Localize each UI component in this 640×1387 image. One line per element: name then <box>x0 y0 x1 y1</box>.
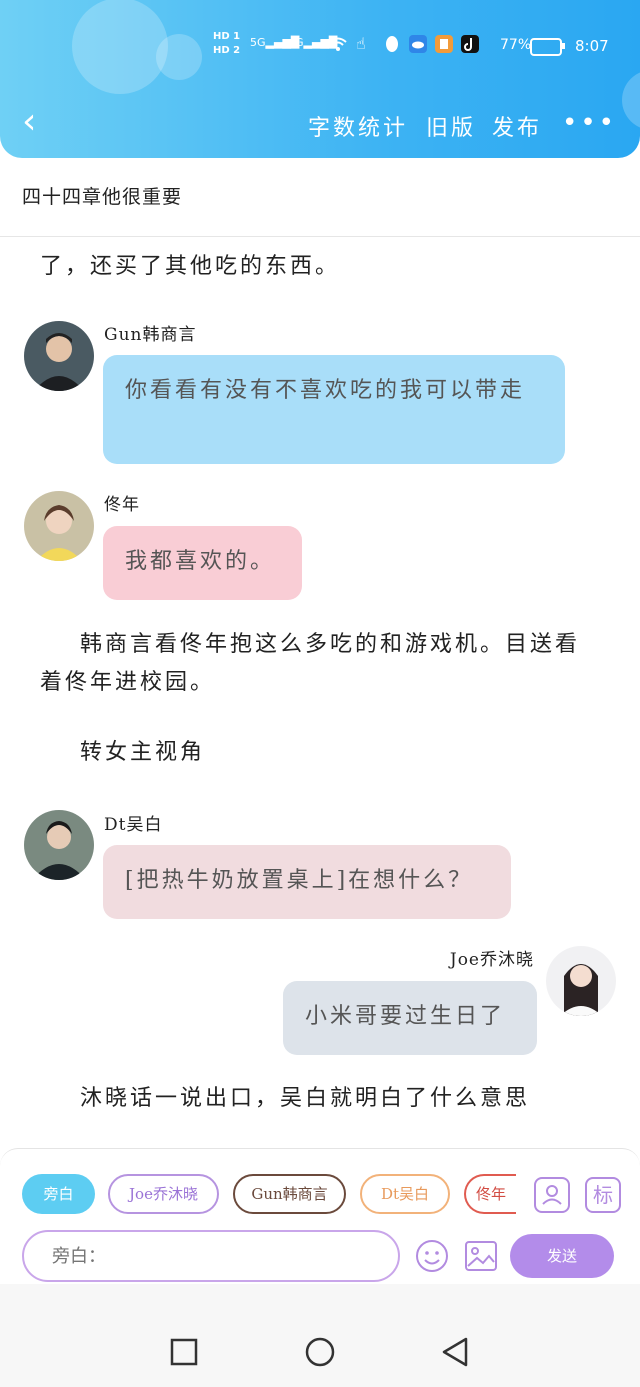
back-arrow-icon[interactable]: ‹ <box>22 104 52 144</box>
hd2-label: HD 2 <box>213 45 241 56</box>
message-input[interactable] <box>22 1230 400 1282</box>
gesture-icon: ☝ <box>356 34 366 53</box>
hd-indicator: HD 1 HD 2 <box>213 30 240 58</box>
recent-apps-icon[interactable] <box>170 1338 198 1366</box>
header-bar: HD 1 HD 2 5G▂▄▆█ 4G▂▄▆█ ☝ 77% 8:07 ‹ 字数统… <box>0 0 640 158</box>
battery-icon <box>530 38 565 56</box>
chapter-title[interactable]: 四十四章他很重要 <box>22 182 182 209</box>
wifi-icon <box>329 37 347 51</box>
publish-button[interactable]: 发布 <box>492 110 542 142</box>
speaker-name: Dt吴白 <box>104 815 163 835</box>
chip-joe[interactable]: Joe乔沐晓 <box>108 1174 219 1214</box>
tiktok-icon <box>461 35 479 53</box>
narration-paragraph: 转女主视角 <box>80 740 206 765</box>
chip-tongnian[interactable]: 佟年 <box>464 1174 516 1214</box>
avatar[interactable] <box>24 810 94 880</box>
speaker-name: Gun韩商言 <box>104 325 197 345</box>
avatar[interactable] <box>24 321 94 391</box>
message-bubble[interactable]: [把热牛奶放置桌上]在想什么？ <box>103 845 511 919</box>
more-icon[interactable]: ••• <box>562 108 617 138</box>
narration-paragraph: 沐晓话一说出口，吴白就明白了什么意思 <box>80 1086 531 1111</box>
app-icon <box>435 35 453 53</box>
chip-gun[interactable]: Gun韩商言 <box>233 1174 346 1214</box>
chip-narrator[interactable]: 旁白 <box>22 1174 95 1214</box>
tag-icon[interactable]: 标 <box>585 1177 621 1213</box>
back-triangle-icon[interactable] <box>440 1336 470 1368</box>
character-manage-icon[interactable] <box>534 1177 570 1213</box>
send-button[interactable]: 发送 <box>510 1234 614 1278</box>
message-bubble[interactable]: 你看看有没有不喜欢吃的我可以带走 <box>103 355 565 464</box>
divider <box>0 236 640 237</box>
hd1-label: HD 1 <box>213 31 241 42</box>
battery-percent: 77% <box>500 37 532 53</box>
nav-bar: ‹ 字数统计 旧版 发布 ••• <box>0 100 640 148</box>
message-bubble[interactable]: 我都喜欢的。 <box>103 526 302 600</box>
qq-icon <box>386 36 398 52</box>
old-version-button[interactable]: 旧版 <box>426 110 476 142</box>
chip-dt[interactable]: Dt吴白 <box>360 1174 450 1214</box>
message-bubble[interactable]: 小米哥要过生日了 <box>283 981 537 1055</box>
home-icon[interactable] <box>304 1336 336 1368</box>
clock: 8:07 <box>575 37 609 55</box>
narration-paragraph: 韩商言看佟年抱这么多吃的和游戏机。目送看着佟年进校园。 <box>40 632 581 695</box>
speaker-name: Joe乔沐晓 <box>449 950 534 970</box>
image-icon[interactable] <box>463 1238 499 1274</box>
status-bar: HD 1 HD 2 5G▂▄▆█ 4G▂▄▆█ ☝ 77% 8:07 <box>0 28 640 64</box>
cloud-icon <box>409 35 427 53</box>
narration-paragraph: 了，还买了其他吃的东西。 <box>40 254 341 279</box>
avatar[interactable] <box>546 946 616 1016</box>
avatar[interactable] <box>24 491 94 561</box>
speaker-name: 佟年 <box>104 495 140 515</box>
emoji-icon[interactable] <box>414 1238 450 1274</box>
system-nav-bar <box>0 1284 640 1387</box>
word-count-button[interactable]: 字数统计 <box>308 110 408 142</box>
